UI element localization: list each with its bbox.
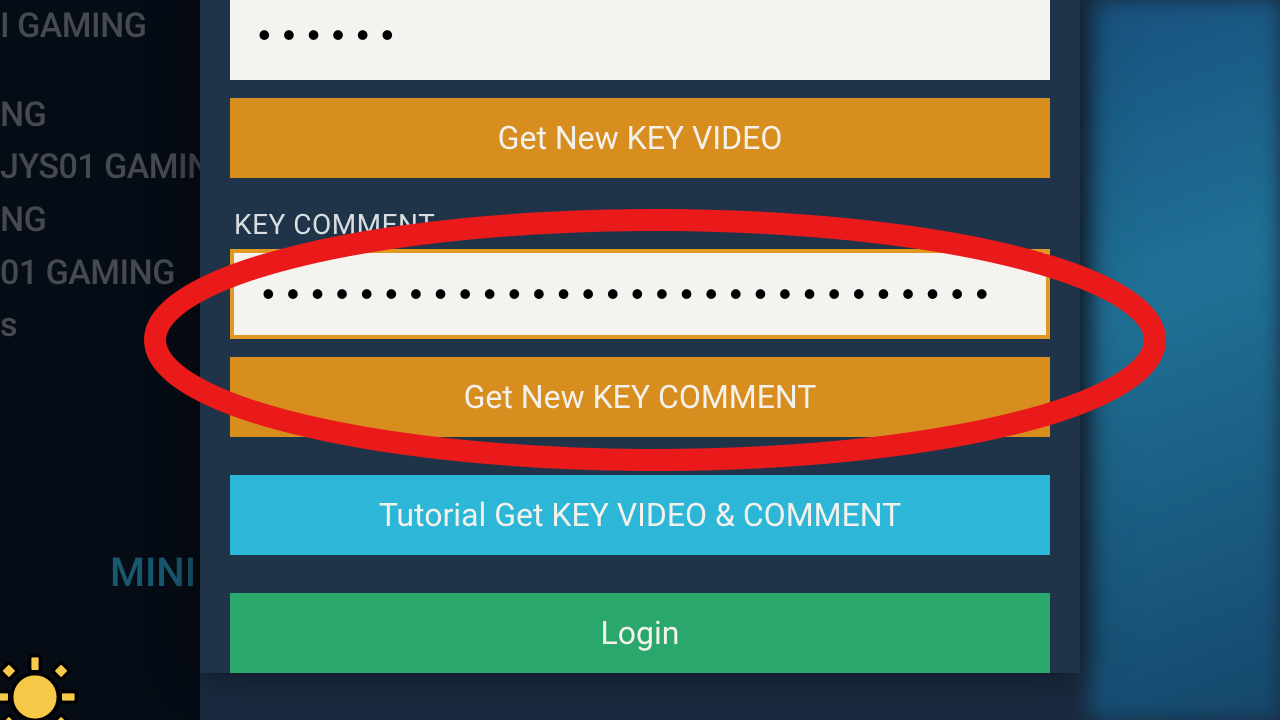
bg-text-line: NG: [0, 89, 200, 142]
get-key-comment-button[interactable]: Get New KEY COMMENT: [230, 357, 1050, 437]
tutorial-button[interactable]: Tutorial Get KEY VIDEO & COMMENT: [230, 475, 1050, 555]
key-video-input[interactable]: [230, 0, 1050, 80]
background-left-panel: I GAMING NG JYS01 GAMING NG 01 GAMING s …: [0, 0, 200, 720]
key-comment-label: KEY COMMENT: [234, 208, 1050, 241]
login-button[interactable]: Login: [230, 593, 1050, 673]
bg-text-line: 01 GAMING: [0, 247, 200, 300]
gear-icon: [0, 652, 80, 720]
bg-text-line: NG: [0, 194, 200, 247]
key-comment-input[interactable]: [230, 249, 1050, 339]
login-form-card: Get New KEY VIDEO KEY COMMENT Get New KE…: [200, 0, 1080, 673]
background-right-blur: [1090, 0, 1280, 720]
bg-text-line: s: [0, 299, 200, 352]
bg-text-line: I GAMING: [0, 0, 200, 53]
bg-mini-label: MINI: [0, 542, 200, 604]
get-key-video-button[interactable]: Get New KEY VIDEO: [230, 98, 1050, 178]
bg-text-line: JYS01 GAMING: [0, 141, 200, 194]
